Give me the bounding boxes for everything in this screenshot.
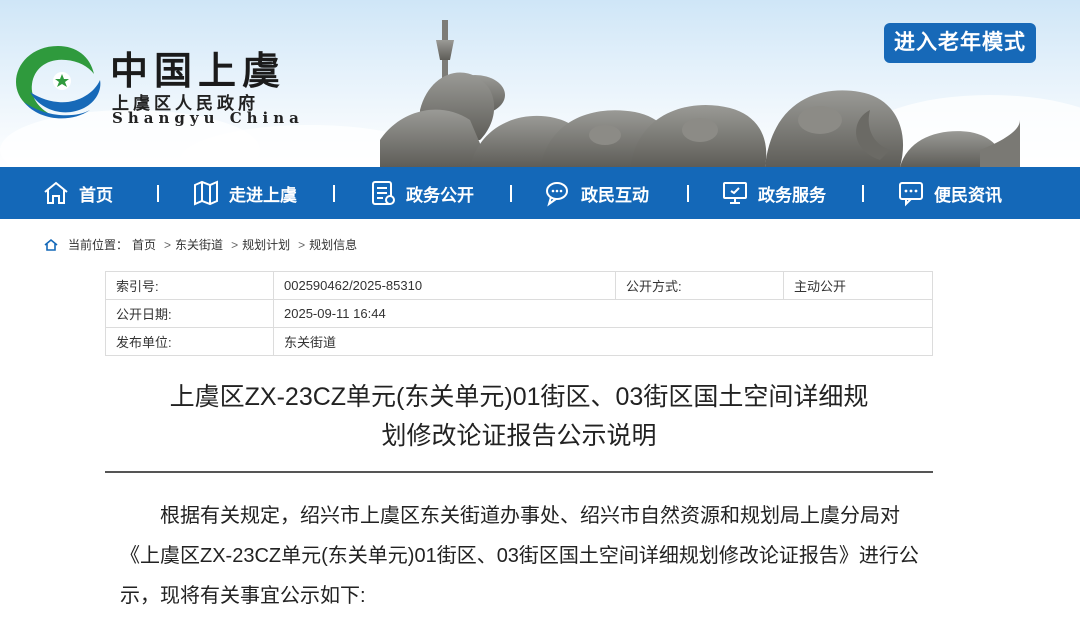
- site-name-english: Shangyu China: [112, 109, 304, 127]
- message-icon: [899, 182, 923, 207]
- table-row: 发布单位: 东关街道: [105, 327, 933, 356]
- chat-icon: [546, 182, 568, 207]
- main-nav: 首页 走进上虞 政务公开 政民互动 政务服务 便民资讯: [0, 167, 1080, 219]
- nav-item-label: 政民互动: [581, 185, 649, 205]
- breadcrumb-item-planning-info[interactable]: 规划信息: [309, 236, 357, 253]
- nav-divider: [862, 185, 864, 202]
- breadcrumb-prefix: 当前位置：: [68, 238, 129, 252]
- breadcrumb-separator: >: [298, 237, 306, 252]
- elder-mode-button[interactable]: 进入老年模式: [884, 23, 1036, 63]
- document-icon: [372, 181, 395, 205]
- index-label: 索引号:: [105, 271, 274, 300]
- breadcrumb-separator: >: [164, 237, 172, 252]
- nav-item-government-services[interactable]: 政务服务: [721, 167, 826, 219]
- breadcrumb: 当前位置： 首页 > 东关街道 > 规划计划 > 规划信息: [44, 236, 361, 253]
- index-value: 002590462/2025-85310: [273, 271, 616, 300]
- breadcrumb-item-dongguan[interactable]: 东关街道: [175, 236, 223, 253]
- nav-item-interaction[interactable]: 政民互动: [544, 167, 649, 219]
- article-title-line: 划修改论证报告公示说明: [381, 422, 657, 450]
- site-logo-icon[interactable]: [10, 36, 106, 126]
- article-title-line: 上虞区ZX-23CZ单元(东关单元)01街区、03街区国土空间详细规: [169, 383, 869, 411]
- nav-item-label: 走进上虞: [229, 185, 297, 205]
- nav-item-label: 政务公开: [406, 185, 474, 205]
- site-name[interactable]: 中国上虞: [110, 40, 286, 95]
- breadcrumb-item-home[interactable]: 首页: [132, 236, 156, 253]
- nav-item-label: 政务服务: [758, 185, 826, 205]
- nav-item-about-shangyu[interactable]: 走进上虞: [192, 167, 297, 219]
- table-row: 索引号: 002590462/2025-85310 公开方式: 主动公开: [105, 271, 933, 300]
- date-label: 公开日期:: [105, 299, 274, 328]
- date-value: 2025-09-11 16:44: [273, 299, 933, 328]
- method-label: 公开方式:: [615, 271, 784, 300]
- nav-item-government-affairs-open[interactable]: 政务公开: [369, 167, 474, 219]
- nav-divider: [157, 185, 159, 202]
- nav-item-label: 首页: [79, 185, 113, 205]
- publisher-label: 发布单位:: [105, 327, 274, 356]
- nav-item-convenience-info[interactable]: 便民资讯: [897, 167, 1002, 219]
- monitor-icon: [723, 182, 747, 204]
- breadcrumb-separator: >: [231, 237, 239, 252]
- article-paragraph: 根据有关规定，绍兴市上虞区东关街道办事处、绍兴市自然资源和规划局上虞分局对《上虞…: [120, 505, 919, 607]
- nav-item-label: 便民资讯: [934, 185, 1002, 205]
- nav-divider: [687, 185, 689, 202]
- method-value: 主动公开: [783, 271, 933, 300]
- nav-divider: [333, 185, 335, 202]
- nav-item-home[interactable]: 首页: [42, 167, 113, 219]
- table-row: 公开日期: 2025-09-11 16:44: [105, 299, 933, 328]
- breadcrumb-item-planning[interactable]: 规划计划: [242, 236, 290, 253]
- title-divider: [105, 471, 933, 473]
- home-icon: [44, 238, 58, 251]
- header-banner: 中国上虞 上虞区人民政府 Shangyu China 进入老年模式: [0, 0, 1080, 167]
- document-meta-table: 索引号: 002590462/2025-85310 公开方式: 主动公开 公开日…: [105, 271, 933, 356]
- home-icon: [44, 181, 68, 204]
- article-title: 上虞区ZX-23CZ单元(东关单元)01街区、03街区国土空间详细规 划修改论证…: [105, 378, 933, 456]
- publisher-value: 东关街道: [273, 327, 933, 356]
- map-icon: [194, 180, 218, 206]
- nav-divider: [510, 185, 512, 202]
